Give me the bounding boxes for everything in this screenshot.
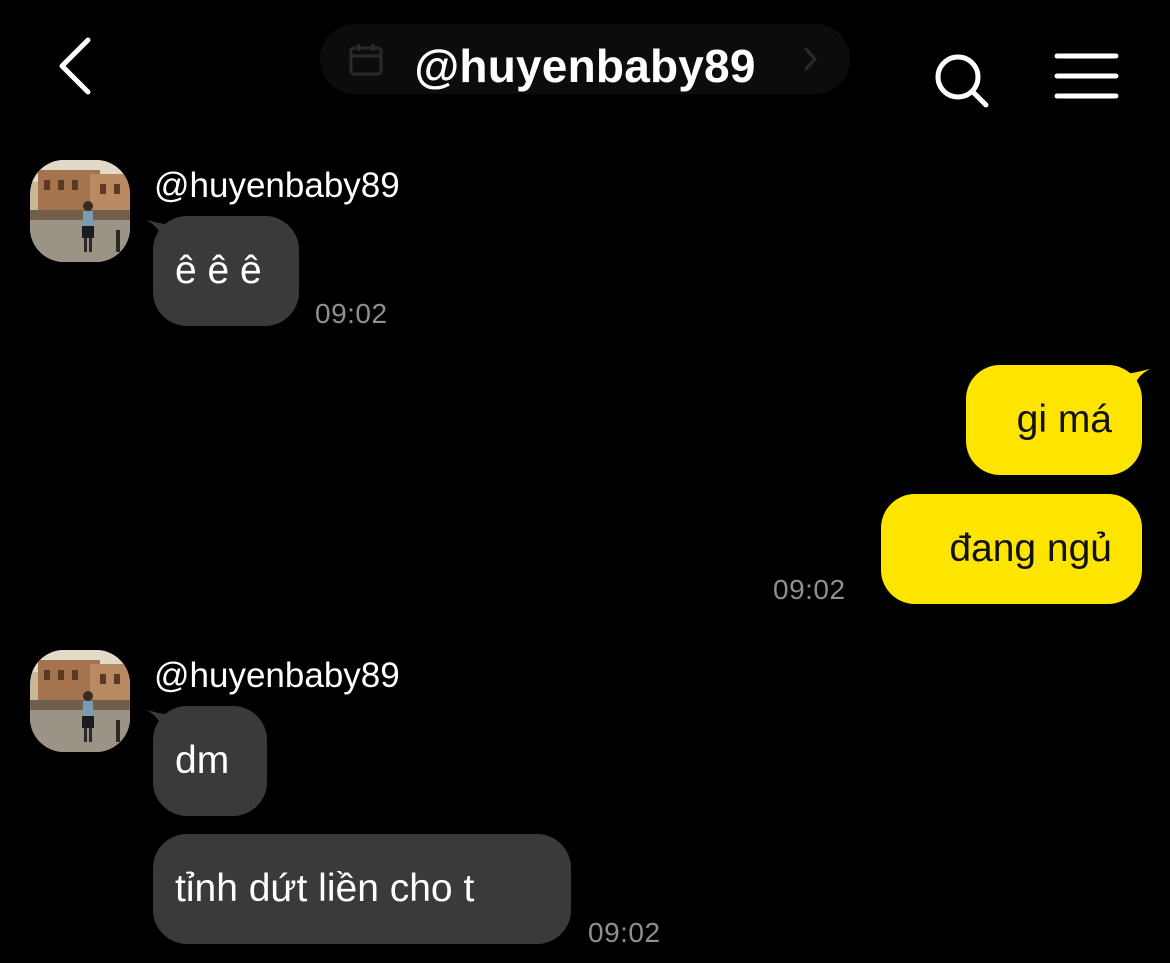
- date-navigator[interactable]: [320, 24, 850, 94]
- sender-name: @huyenbaby89: [154, 656, 400, 695]
- calendar-icon: [349, 44, 383, 76]
- message-timestamp: 09:02: [588, 917, 661, 948]
- message-timestamp: 09:02: [315, 298, 388, 329]
- message-bubble[interactable]: dm: [153, 706, 267, 816]
- chat-header: @huyenbaby89: [0, 0, 1170, 140]
- message-bubble[interactable]: ê ê ê: [153, 216, 299, 326]
- message-bubble[interactable]: gi má: [966, 365, 1142, 475]
- menu-button[interactable]: [1052, 50, 1122, 102]
- message-bubble[interactable]: đang ngủ: [881, 494, 1142, 604]
- avatar[interactable]: [30, 160, 130, 262]
- message-bubble[interactable]: tỉnh dứt liền cho t: [153, 834, 571, 944]
- avatar-photo: [30, 160, 130, 262]
- message-timestamp: 09:02: [773, 574, 846, 605]
- sender-name: @huyenbaby89: [154, 166, 400, 205]
- avatar[interactable]: [30, 650, 130, 752]
- search-button[interactable]: [928, 50, 994, 112]
- hamburger-menu-icon: [1054, 53, 1119, 99]
- chevron-left-icon: [59, 37, 91, 95]
- avatar-photo: [30, 650, 130, 752]
- chevron-right-icon: [803, 46, 818, 72]
- search-icon: [935, 54, 989, 108]
- back-button[interactable]: [48, 30, 108, 100]
